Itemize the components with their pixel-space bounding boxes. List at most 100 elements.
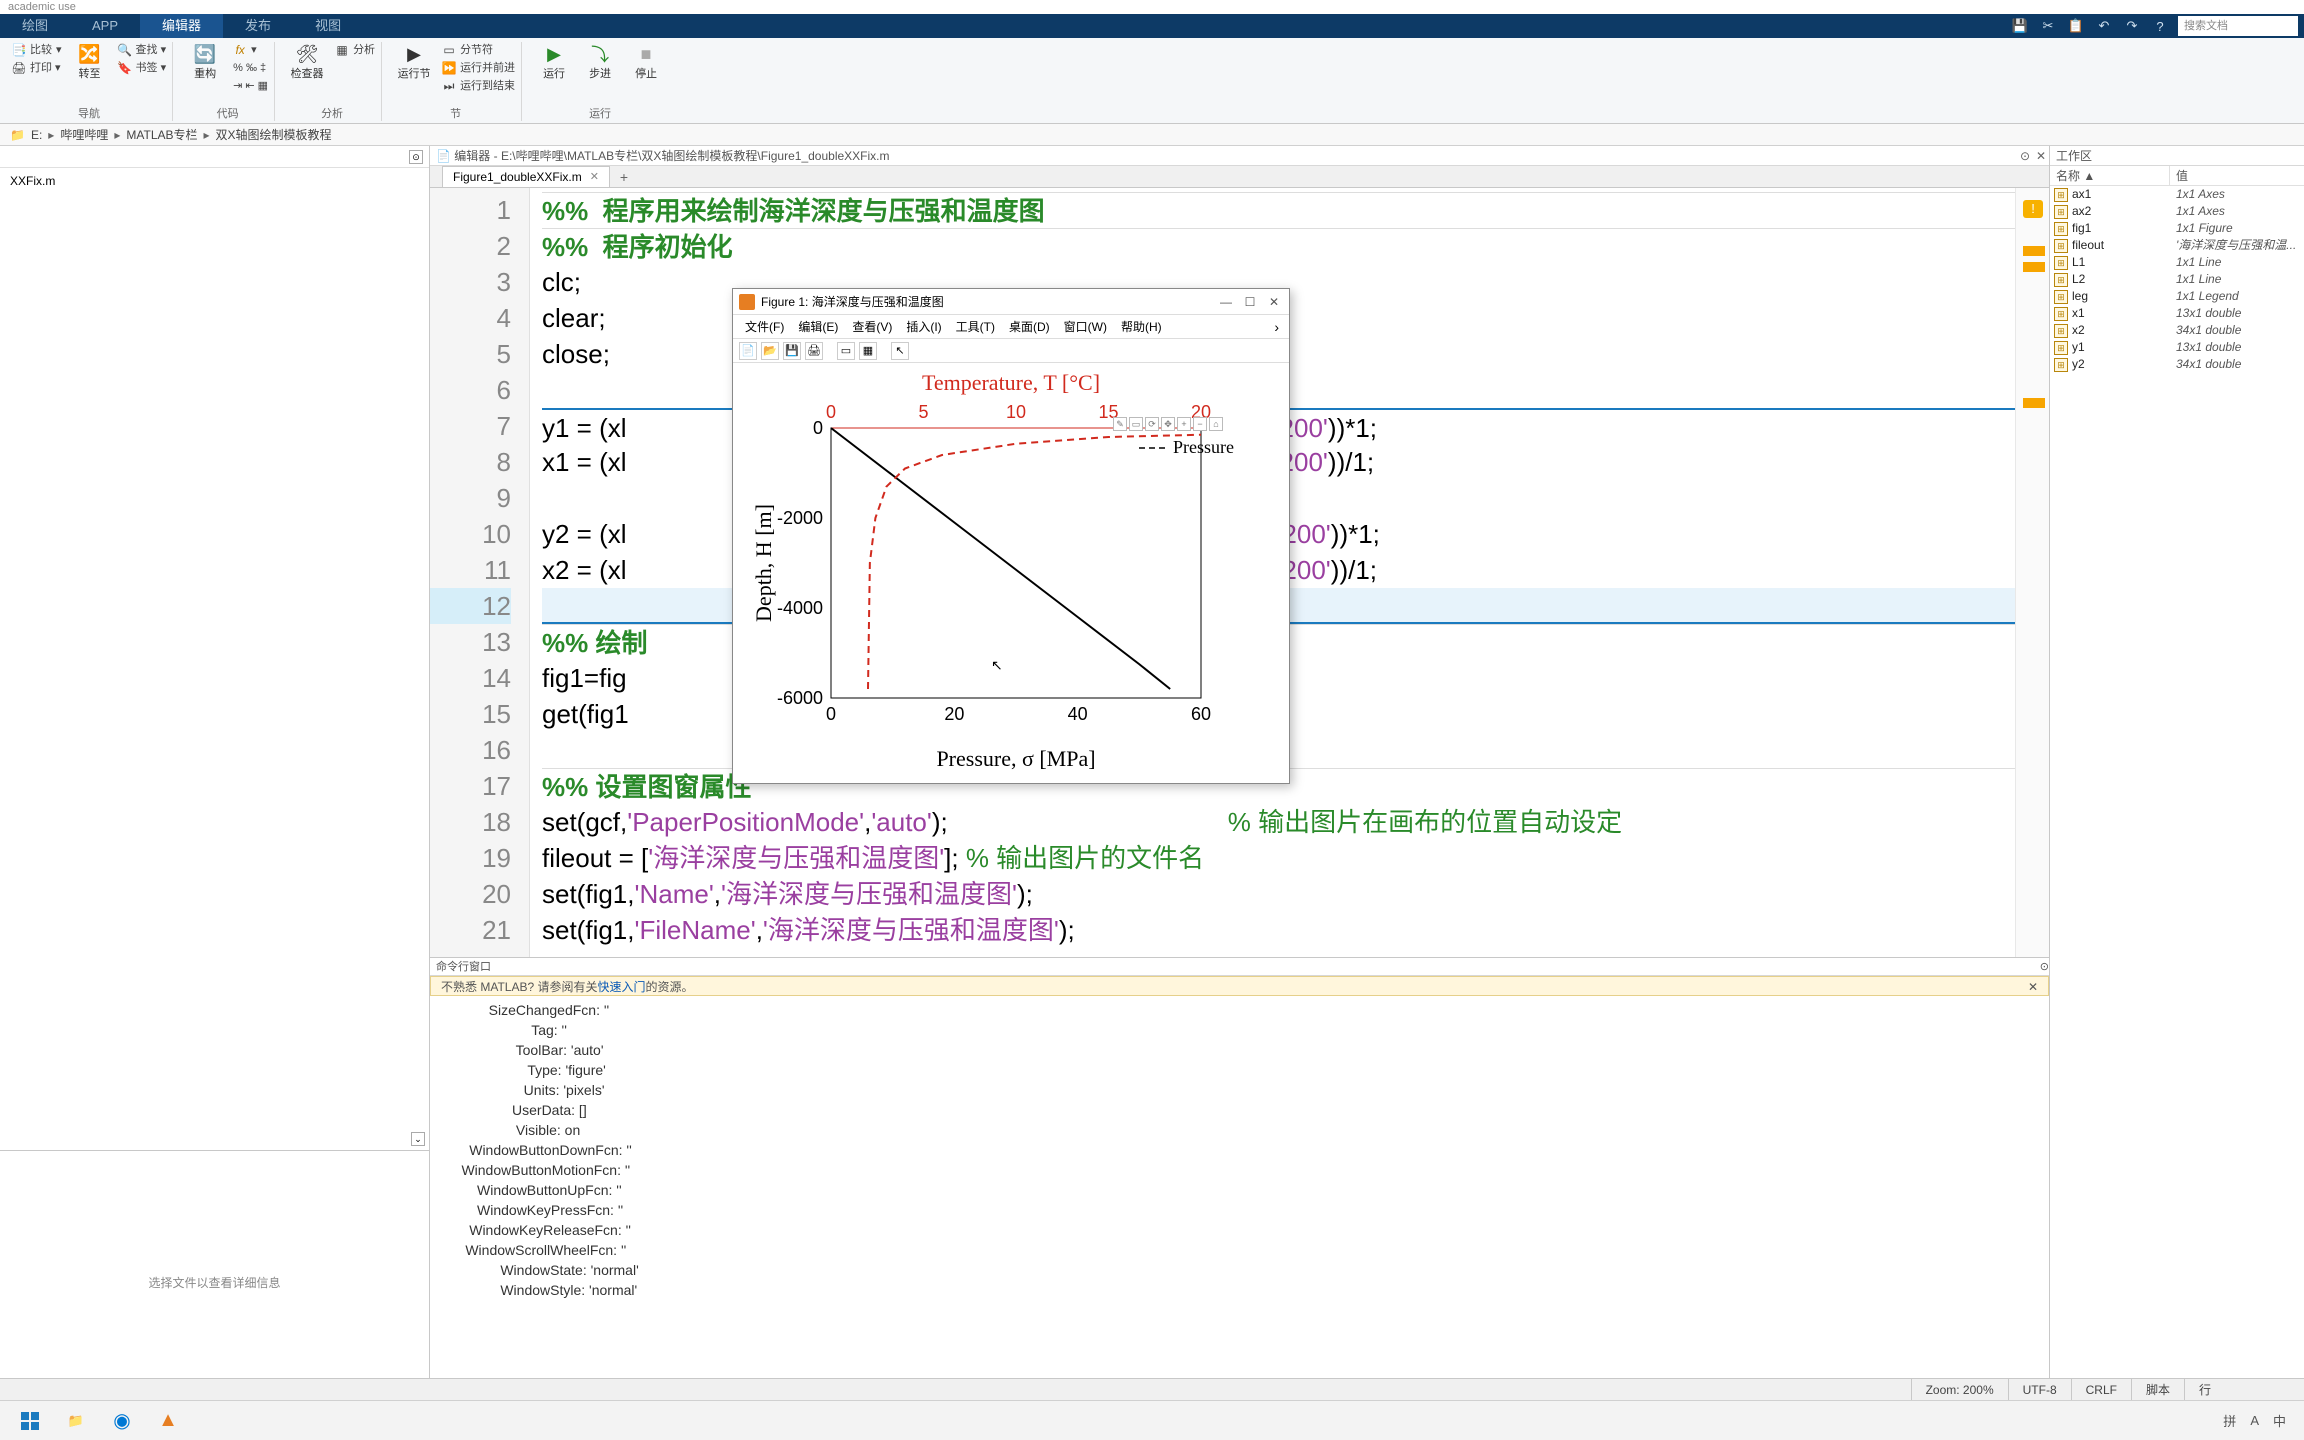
ws-col-value[interactable]: 值 [2170,166,2304,185]
explorer-button[interactable]: 📁 [56,1405,96,1437]
redo-icon[interactable]: ↷ [2122,16,2142,36]
figure-menu-item[interactable]: 窗口(W) [1058,316,1113,337]
zoomin-icon[interactable]: + [1177,417,1191,431]
copy-icon[interactable]: 📋 [2066,16,2086,36]
editor-dock-button[interactable]: ⊙ [2017,148,2033,164]
fig-pointer-icon[interactable]: ↖ [891,342,909,360]
zoomout-icon[interactable]: − [1193,417,1207,431]
figure-menu-item[interactable]: 编辑(E) [792,316,844,337]
pan-icon[interactable]: ✥ [1161,417,1175,431]
figure-window[interactable]: Figure 1: 海洋深度与压强和温度图 — ☐ ✕ 文件(F)编辑(E)查看… [732,288,1290,784]
file-tab[interactable]: Figure1_doubleXXFix.m✕ [442,166,610,187]
fig-new-icon[interactable]: 📄 [739,342,757,360]
workspace-var[interactable]: ⊞y113x1 double [2050,339,2304,356]
crumb-3[interactable]: 双X轴图绘制模板教程 [216,126,332,143]
run-section-button[interactable]: ▶运行节 [396,42,432,80]
datatip-icon[interactable]: ▭ [1129,417,1143,431]
banner-close-icon[interactable]: ✕ [2028,977,2038,995]
bookmark-button[interactable]: 🔖书签 ▾ [118,60,167,76]
figure-menu-item[interactable]: 帮助(H) [1115,316,1168,337]
analyze-button[interactable]: ▦分析 [335,42,375,58]
tab-publish[interactable]: 发布 [223,14,293,38]
figure-menu-item[interactable]: 查看(V) [846,316,898,337]
figure-menu-item[interactable]: 插入(I) [900,316,947,337]
tab-editor[interactable]: 编辑器 [140,14,223,38]
workspace-var[interactable]: ⊞leg1x1 Legend [2050,288,2304,305]
fig-edit-icon[interactable]: ▭ [837,342,855,360]
editor-close-icon[interactable]: ✕ [2033,148,2049,164]
tab-close-icon[interactable]: ✕ [590,167,599,188]
ime-zh[interactable]: 中 [2273,1411,2286,1430]
fx-button[interactable]: fx▾ [233,42,268,58]
workspace-var[interactable]: ⊞L11x1 Line [2050,254,2304,271]
home-icon[interactable]: ⌂ [1209,417,1223,431]
figure-max-button[interactable]: ☐ [1241,293,1259,311]
matlab-button[interactable]: ▲ [148,1405,188,1437]
fig-open-icon[interactable]: 📂 [761,342,779,360]
fig-save-icon[interactable]: 💾 [783,342,801,360]
checker-button[interactable]: 🛠检查器 [289,42,325,80]
fig-insert-icon[interactable]: ▦ [859,342,877,360]
figure-menu-item[interactable]: 文件(F) [739,316,790,337]
file-item[interactable]: XXFix.m [10,174,419,188]
start-button[interactable] [10,1405,50,1437]
compare-button[interactable]: 📑比较▾ [12,42,62,58]
tab-app[interactable]: APP [70,14,140,38]
run-advance-button[interactable]: ⏩运行并前进 [442,60,515,76]
find-button[interactable]: 🔍查找 ▾ [118,42,167,58]
figure-close-button[interactable]: ✕ [1265,293,1283,311]
crumb-2[interactable]: MATLAB专栏 [126,126,197,143]
cmd-dock-button[interactable]: ⊙ [2040,958,2049,975]
run-button[interactable]: ▶运行 [536,42,572,80]
command-window[interactable]: SizeChangedFcn: '' Tag: '' ToolBar: 'aut… [430,996,2049,1388]
workspace-var[interactable]: ⊞ax11x1 Axes [2050,186,2304,203]
workspace-var[interactable]: ⊞fig11x1 Figure [2050,220,2304,237]
refactor-button[interactable]: 🔄重构 [187,42,223,80]
split-section-button[interactable]: ▭分节符 [442,42,515,58]
tab-view[interactable]: 视图 [293,14,363,38]
stop-button[interactable]: ■停止 [628,42,664,80]
rotate-icon[interactable]: ⟳ [1145,417,1159,431]
search-docs-input[interactable]: 搜索文档 [2178,16,2298,36]
help-icon[interactable]: ? [2150,16,2170,36]
status-zoom[interactable]: Zoom: 200% [1911,1379,2008,1400]
ime-pinyin[interactable]: 拼 [2223,1411,2236,1430]
crumb-drive[interactable]: E: [31,128,42,142]
cut-icon[interactable]: ✂ [2038,16,2058,36]
marker-warn[interactable] [2023,398,2045,408]
figure-menu-item[interactable]: 工具(T) [950,316,1001,337]
warning-icon[interactable]: ! [2023,200,2043,218]
workspace-var[interactable]: ⊞x234x1 double [2050,322,2304,339]
status-eol[interactable]: CRLF [2071,1379,2131,1400]
sidebar-toggle[interactable]: ⌄ [411,1132,425,1146]
step-button[interactable]: ⤵步进 [582,42,618,80]
sidebar-dropdown[interactable]: ⊙ [409,150,423,164]
workspace-var[interactable]: ⊞L21x1 Line [2050,271,2304,288]
workspace-var[interactable]: ⊞x113x1 double [2050,305,2304,322]
workspace-var[interactable]: ⊞y234x1 double [2050,356,2304,373]
edge-button[interactable]: ◉ [102,1405,142,1437]
workspace-var[interactable]: ⊞ax21x1 Axes [2050,203,2304,220]
figure-min-button[interactable]: — [1217,293,1235,311]
indent-button[interactable]: ⇥ ⇤ ▦ [233,78,268,94]
fig-print-icon[interactable]: 🖨 [805,342,823,360]
figure-menu-more[interactable]: › [1270,319,1283,335]
figure-titlebar[interactable]: Figure 1: 海洋深度与压强和温度图 — ☐ ✕ [733,289,1289,315]
status-encoding[interactable]: UTF-8 [2008,1379,2071,1400]
ws-col-name[interactable]: 名称 ▲ [2050,166,2170,185]
add-tab-button[interactable]: + [614,167,634,187]
workspace-var[interactable]: ⊞fileout'海洋深度与压强和温... [2050,237,2304,254]
print-button[interactable]: 🖨打印 ▾ [12,60,62,76]
save-icon[interactable]: 💾 [2010,16,2030,36]
undo-icon[interactable]: ↶ [2094,16,2114,36]
run-to-end-button[interactable]: ⏭运行到结束 [442,78,515,94]
tab-plot[interactable]: 绘图 [0,14,70,38]
goto-button[interactable]: 🔀转至 [72,42,108,80]
crumb-1[interactable]: 哔哩哔哩 [60,126,108,143]
marker-warn[interactable] [2023,262,2045,272]
ime-a[interactable]: A [2250,1413,2259,1428]
figure-menu-item[interactable]: 桌面(D) [1003,316,1056,337]
marker-warn[interactable] [2023,246,2045,256]
getting-started-link[interactable]: 快速入门 [597,977,645,995]
brush-icon[interactable]: ✎ [1113,417,1127,431]
